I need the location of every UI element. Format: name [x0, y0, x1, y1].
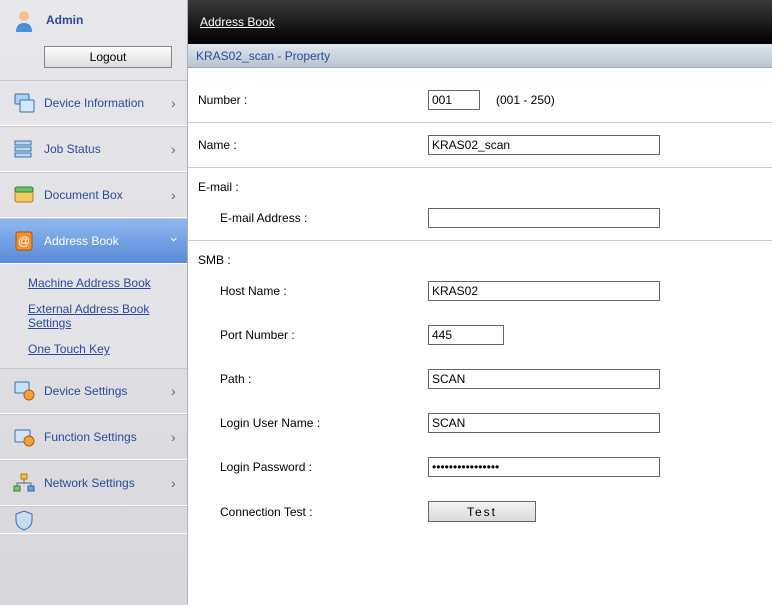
property-form: Number : (001 - 250) Name : E-mail : E-m…: [188, 68, 772, 605]
test-button[interactable]: Test: [428, 501, 536, 522]
user-block: Admin: [0, 0, 187, 40]
user-role: Admin: [46, 13, 83, 27]
row-email-section: E-mail :: [188, 168, 772, 196]
sidebar-item-device-settings[interactable]: Device Settings ›: [0, 368, 187, 414]
chevron-right-icon: ›: [171, 429, 179, 445]
sidebar-item-network-settings[interactable]: Network Settings ›: [0, 460, 187, 506]
row-port: Port Number :: [188, 313, 772, 357]
port-label: Port Number :: [198, 328, 428, 342]
name-input[interactable]: [428, 135, 660, 155]
name-label: Name :: [198, 138, 428, 152]
sidebar: Admin Logout Device Information › Job St…: [0, 0, 188, 605]
row-smb-section: SMB :: [188, 241, 772, 269]
email-address-input[interactable]: [428, 208, 660, 228]
number-input[interactable]: [428, 90, 480, 110]
job-status-icon: [10, 135, 38, 163]
shield-icon: [10, 506, 38, 534]
nav-label: Network Settings: [44, 476, 171, 490]
path-input[interactable]: [428, 369, 660, 389]
row-login-user: Login User Name :: [188, 401, 772, 445]
path-label: Path :: [198, 372, 428, 386]
chevron-right-icon: ›: [171, 187, 179, 203]
breadcrumb[interactable]: Address Book: [200, 15, 275, 29]
device-settings-icon: [10, 377, 38, 405]
content: Address Book KRAS02_scan - Property Numb…: [188, 0, 772, 605]
number-label: Number :: [198, 93, 428, 107]
chevron-right-icon: ›: [171, 95, 179, 111]
email-section-label: E-mail :: [198, 180, 428, 194]
logout-row: Logout: [0, 40, 187, 80]
address-book-submenu: Machine Address Book External Address Bo…: [0, 264, 187, 368]
row-login-password: Login Password :: [188, 445, 772, 489]
login-password-label: Login Password :: [198, 460, 428, 474]
function-settings-icon: [10, 423, 38, 451]
network-settings-icon: [10, 469, 38, 497]
nav-label: Job Status: [44, 142, 171, 156]
row-path: Path :: [188, 357, 772, 401]
email-address-label: E-mail Address :: [198, 211, 428, 225]
sidebar-item-job-status[interactable]: Job Status ›: [0, 126, 187, 172]
login-user-input[interactable]: [428, 413, 660, 433]
document-box-icon: [10, 181, 38, 209]
row-email-address: E-mail Address :: [188, 196, 772, 241]
row-name: Name :: [188, 123, 772, 168]
host-label: Host Name :: [198, 284, 428, 298]
nav-label: Document Box: [44, 188, 171, 202]
topbar: Address Book: [188, 0, 772, 44]
number-hint: (001 - 250): [496, 93, 555, 107]
row-connection-test: Connection Test : Test: [188, 489, 772, 534]
nav-label: Device Settings: [44, 384, 171, 398]
sidebar-item-address-book[interactable]: @ Address Book ›: [0, 218, 187, 264]
nav-label: Address Book: [44, 234, 171, 248]
device-info-icon: [10, 89, 38, 117]
subnav-machine-address-book[interactable]: Machine Address Book: [0, 270, 187, 296]
row-number: Number : (001 - 250): [188, 78, 772, 123]
port-input[interactable]: [428, 325, 504, 345]
panel-title: KRAS02_scan - Property: [188, 44, 772, 68]
subnav-external-address-book[interactable]: External Address Book Settings: [0, 296, 187, 336]
address-book-icon: @: [10, 227, 38, 255]
sidebar-item-document-box[interactable]: Document Box ›: [0, 172, 187, 218]
sidebar-item-device-info[interactable]: Device Information ›: [0, 80, 187, 126]
login-password-input[interactable]: [428, 457, 660, 477]
host-input[interactable]: [428, 281, 660, 301]
user-icon: [10, 6, 38, 34]
chevron-down-icon: ›: [167, 237, 183, 245]
nav-label: Device Information: [44, 96, 171, 110]
logout-button[interactable]: Logout: [44, 46, 172, 68]
login-user-label: Login User Name :: [198, 416, 428, 430]
sidebar-item-security-settings[interactable]: [0, 506, 187, 534]
chevron-right-icon: ›: [171, 141, 179, 157]
chevron-right-icon: ›: [171, 475, 179, 491]
svg-text:@: @: [18, 234, 30, 248]
sidebar-item-function-settings[interactable]: Function Settings ›: [0, 414, 187, 460]
nav-label: Function Settings: [44, 430, 171, 444]
chevron-right-icon: ›: [171, 383, 179, 399]
smb-section-label: SMB :: [198, 253, 428, 267]
subnav-one-touch-key[interactable]: One Touch Key: [0, 336, 187, 362]
row-host: Host Name :: [188, 269, 772, 313]
connection-test-label: Connection Test :: [198, 505, 428, 519]
